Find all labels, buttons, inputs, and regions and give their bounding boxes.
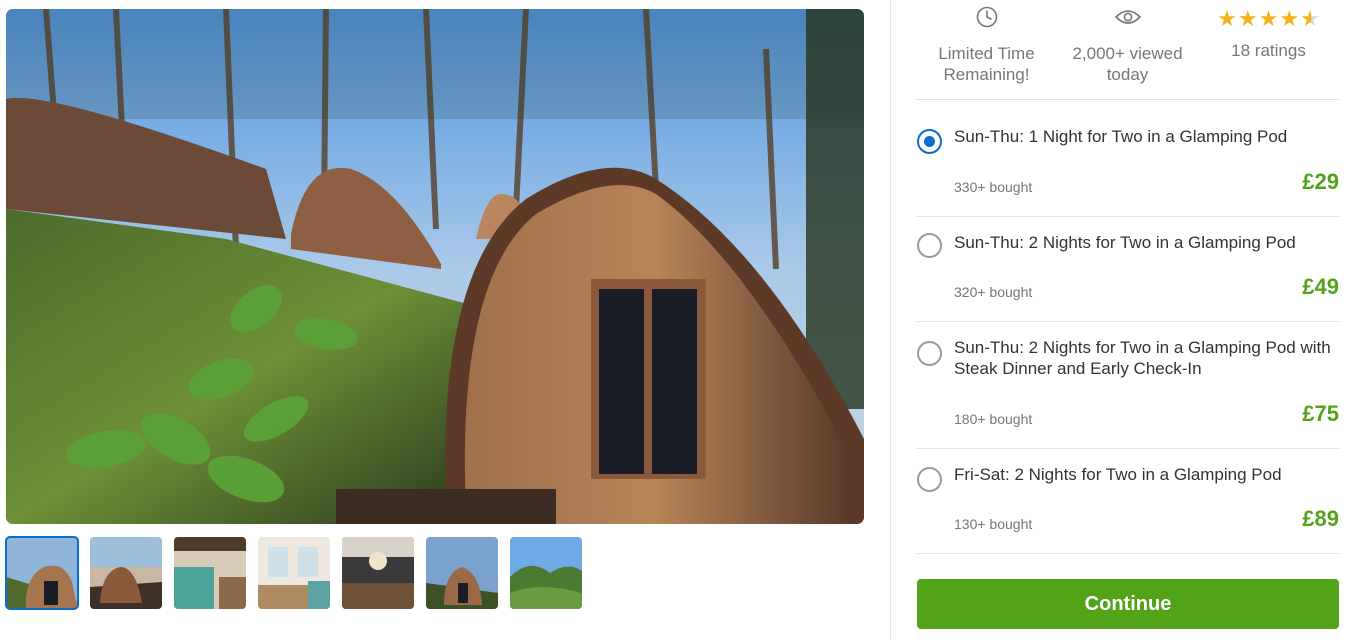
option-4-title: Fri-Sat: 2 Nights for Two in a Glamping … — [954, 465, 1282, 484]
option-3-bought: 180+ bought — [954, 411, 1033, 427]
column-divider — [890, 0, 891, 640]
option-4-radio[interactable] — [917, 467, 942, 492]
star-icon: ★ — [1217, 5, 1237, 31]
star-icon: ★ — [1258, 5, 1279, 31]
option-4[interactable]: Fri-Sat: 2 Nights for Two in a Glamping … — [916, 449, 1339, 554]
thumbnail-4[interactable] — [258, 537, 330, 609]
option-1-radio[interactable] — [917, 129, 942, 154]
eye-icon — [1057, 2, 1198, 32]
ratings-count[interactable]: 18 ratings — [1198, 40, 1339, 61]
option-2-price: £49 — [1302, 274, 1339, 299]
thumbnail-3[interactable] — [174, 537, 246, 609]
deal-options: Sun-Thu: 1 Night for Two in a Glamping P… — [916, 100, 1339, 554]
thumbnail-1[interactable] — [5, 536, 79, 610]
option-3-price: £75 — [1302, 401, 1339, 426]
option-4-price: £89 — [1302, 506, 1339, 531]
thumbnail-strip — [5, 536, 582, 610]
stat-views: 2,000+ viewed today — [1057, 0, 1198, 99]
continue-button[interactable]: Continue — [917, 579, 1339, 629]
thumbnail-5[interactable] — [342, 537, 414, 609]
option-1-bought: 330+ bought — [954, 179, 1033, 195]
time-remaining-text: Limited Time Remaining! — [938, 44, 1035, 84]
star-icon: ★ — [1300, 5, 1320, 31]
rating-stars: ★ ★ ★ ★ ★ — [1198, 2, 1339, 32]
stat-ratings[interactable]: ★ ★ ★ ★ ★ 18 ratings — [1198, 0, 1339, 99]
option-1[interactable]: Sun-Thu: 1 Night for Two in a Glamping P… — [916, 100, 1339, 217]
option-1-price: £29 — [1302, 169, 1339, 194]
clock-icon — [916, 2, 1057, 32]
stat-time: Limited Time Remaining! — [916, 0, 1057, 99]
option-3-radio[interactable] — [917, 341, 942, 366]
thumbnail-6[interactable] — [426, 537, 498, 609]
option-3-title: Sun-Thu: 2 Nights for Two in a Glamping … — [954, 338, 1331, 378]
option-4-bought: 130+ bought — [954, 516, 1033, 532]
star-icon: ★ — [1279, 5, 1300, 31]
views-text: 2,000+ viewed today — [1072, 44, 1183, 84]
hero-image[interactable] — [6, 9, 864, 524]
deal-stats: Limited Time Remaining! 2,000+ viewed to… — [916, 0, 1339, 100]
option-1-title: Sun-Thu: 1 Night for Two in a Glamping P… — [954, 127, 1288, 146]
star-icon: ★ — [1237, 5, 1258, 31]
thumbnail-2[interactable] — [90, 537, 162, 609]
thumbnail-7[interactable] — [510, 537, 582, 609]
option-2-radio[interactable] — [917, 233, 942, 258]
option-2-bought: 320+ bought — [954, 284, 1033, 300]
option-2-title: Sun-Thu: 2 Nights for Two in a Glamping … — [954, 233, 1296, 252]
option-3[interactable]: Sun-Thu: 2 Nights for Two in a Glamping … — [916, 322, 1339, 449]
option-2[interactable]: Sun-Thu: 2 Nights for Two in a Glamping … — [916, 217, 1339, 322]
